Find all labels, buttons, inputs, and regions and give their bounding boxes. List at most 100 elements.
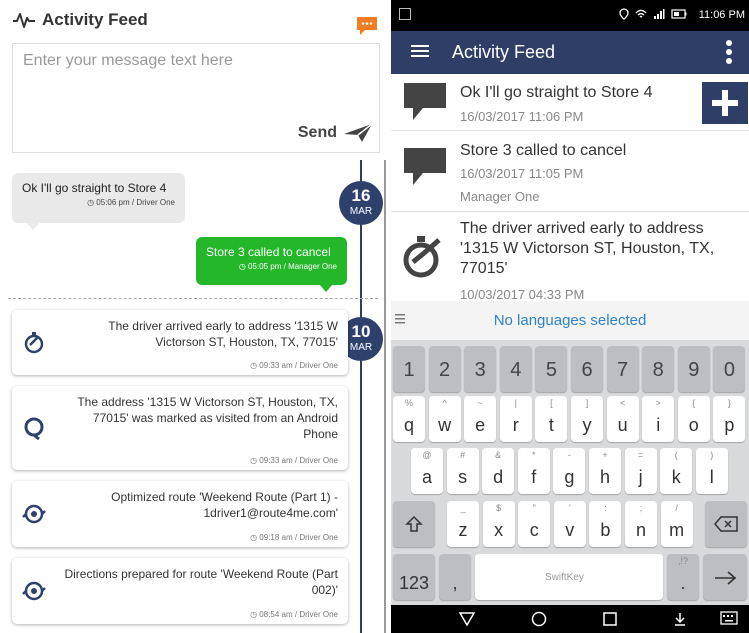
key-sub-label: / [675,503,678,513]
chat-bubble-received: Ok I'll go straight to Store 4 ◷ 05:06 p… [12,173,185,230]
card-meta: ◷ 09:33 am / Driver One [250,361,338,370]
key-i[interactable]: > i [642,396,675,442]
key-sub-label: _ [460,503,466,513]
key-1[interactable]: 1 [393,346,425,392]
card-text: Optimized route 'Weekend Route (Part 1) … [111,490,338,520]
key-label: 7 [617,359,629,381]
key-t[interactable]: [t [535,396,568,442]
key-s[interactable]: # s [446,448,479,494]
key-n[interactable]: ; n [625,501,657,547]
key-sub-label: * [532,450,536,460]
hamburger-menu-icon[interactable] [411,43,429,59]
key-8[interactable]: 8 [642,346,675,392]
more-options-icon[interactable] [725,39,733,65]
feed-item-user: Manager One [460,189,540,204]
key-y[interactable]: ] y [571,396,603,442]
key-w[interactable]: ^ w [428,396,461,442]
feed-item[interactable]: The driver arrived early to address '131… [391,212,749,302]
key-u[interactable]: < u [606,396,639,442]
key-z[interactable]: _ z [447,501,479,547]
clock-icon: ◷ [250,610,258,619]
key-7[interactable]: 7 [606,346,639,392]
home-icon[interactable] [530,611,548,627]
key-e[interactable]: ~ e [464,396,497,442]
feed-item[interactable]: Store 3 called to cancel 16/03/2017 11:0… [391,131,749,212]
phone-screen: 11:06 PM Activity Feed Ok I'll go straig… [391,0,749,633]
key-l[interactable]: ) l [695,448,728,494]
key-g[interactable]: -g [553,448,586,494]
scrollbar[interactable] [384,160,386,633]
message-bubble-icon [404,148,446,185]
key-sub-label: } [727,398,731,408]
key-h[interactable]: + h [589,448,621,494]
back-icon[interactable] [458,611,476,627]
space-key[interactable]: SwiftKey [475,554,663,600]
key-0[interactable]: 0 [713,346,746,392]
key-sub-label: & [495,450,502,460]
feed-item-title: The driver arrived early to address '131… [460,220,715,277]
enter-key[interactable] [703,554,747,600]
key-f[interactable]: * f [517,448,550,494]
send-button[interactable]: Send [298,122,373,144]
key-c[interactable]: " c [518,501,551,547]
key-9[interactable]: 9 [677,346,710,392]
key-5[interactable]: 5 [535,346,568,392]
key-3[interactable]: 3 [464,346,497,392]
clock-icon: ◷ [250,456,258,465]
clock-icon: ◷ [250,533,258,542]
key-period[interactable]: ,!?. [667,554,699,600]
backspace-key[interactable] [705,501,747,547]
key-label: k [671,467,681,487]
key-label: q [403,415,414,435]
key-a[interactable]: @ a [411,448,443,494]
key-b[interactable]: :b [589,501,622,547]
message-input[interactable] [13,44,379,114]
key-q[interactable]: % q [393,396,425,442]
status-bar: 11:06 PM [391,0,749,31]
symbols-key[interactable]: 123 [393,554,435,600]
keyboard-switch-icon[interactable] [720,611,738,625]
key-v[interactable]: ' v [553,501,586,547]
key-sub-label: | [514,398,517,408]
feed-item[interactable]: Ok I'll go straight to Store 4 16/03/201… [391,74,749,131]
key-d[interactable]: & d [482,448,515,494]
activity-card[interactable]: Optimized route 'Weekend Route (Part 1) … [12,481,348,547]
location-icon [619,8,629,20]
key-comma[interactable]: , [439,554,471,600]
key-m[interactable]: / m [660,501,693,547]
key-j[interactable]: = j [624,448,657,494]
app-bar: Activity Feed [391,31,749,74]
key-x[interactable]: $ x [482,501,515,547]
key-sub-label: - [567,450,571,460]
activity-card[interactable]: The driver arrived early to address '131… [12,310,348,375]
shift-key[interactable] [393,501,435,547]
timeline-line [360,160,362,633]
activity-card[interactable]: The address '1315 W Victorson ST, Housto… [12,386,348,470]
key-r[interactable]: | r [499,396,532,442]
notification-icon [399,8,411,20]
add-button[interactable] [702,82,748,124]
card-meta-text: 09:18 am / Driver One [259,533,338,542]
signal-icon [654,9,665,19]
activity-card[interactable]: Directions prepared for route 'Weekend R… [12,558,348,624]
key-label: 1 [403,359,415,381]
key-sub-label: : [604,503,607,513]
key-p[interactable]: } p [713,396,746,442]
key-sub-label: ' [568,503,571,513]
key-6[interactable]: 6 [571,346,603,392]
key-o[interactable]: {o [677,396,710,442]
key-4[interactable]: 4 [499,346,532,392]
key-k[interactable]: (k [660,448,693,494]
no-languages-banner[interactable]: No languages selected [391,312,749,329]
hide-keyboard-icon[interactable] [672,611,688,627]
card-meta-text: 09:33 am / Driver One [259,361,338,370]
clock-icon: ◷ [238,262,246,271]
key-sub-label: # [460,450,466,460]
recents-icon[interactable] [602,611,618,627]
key-label: e [475,415,486,435]
stopwatch-icon [403,236,441,278]
key-sub-label: ; [639,503,643,513]
bubble-meta-text: 05:05 pm / Manager One [248,262,337,271]
chat-bubble-icon[interactable] [355,15,379,37]
key-2[interactable]: 2 [428,346,461,392]
